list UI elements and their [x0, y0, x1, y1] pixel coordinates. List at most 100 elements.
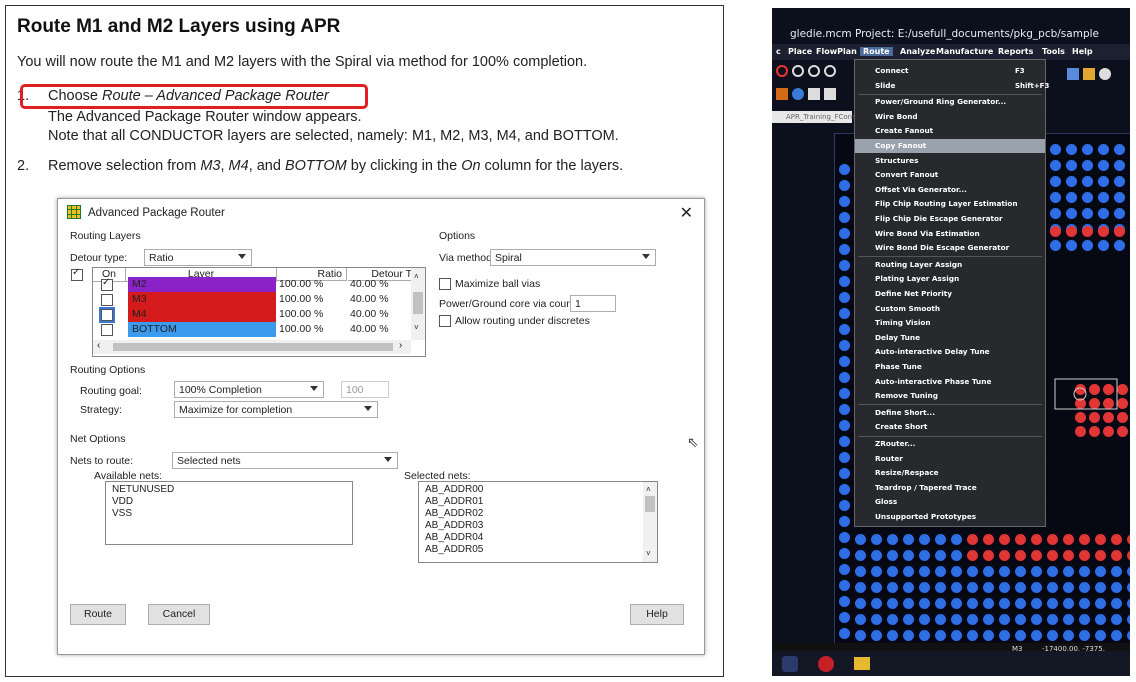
route-menu-item[interactable]: Flip Chip Routing Layer Estimation	[855, 197, 1045, 211]
route-menu-item[interactable]: Router ▸	[855, 452, 1045, 466]
route-menu-item[interactable]: Create Fanout	[855, 124, 1045, 138]
route-menu-item[interactable]: Copy Fanout	[855, 139, 1045, 153]
maximize-ball-vias-checkbox[interactable]	[439, 278, 451, 290]
select-all-layers-checkbox[interactable]: ✓	[71, 267, 83, 281]
document-icon[interactable]	[808, 88, 820, 100]
scroll-left-icon[interactable]: ‹	[97, 340, 100, 351]
open-icon[interactable]	[776, 88, 788, 100]
route-menu-item[interactable]: Create Short	[855, 420, 1045, 434]
pg-core-via-input[interactable]: 1	[570, 295, 616, 312]
route-menu-item[interactable]: Timing Vision	[855, 316, 1045, 330]
design-tab[interactable]: APR_Training_FCons	[772, 111, 856, 123]
route-menu-item[interactable]: Offset Via Generator...	[855, 183, 1045, 197]
route-menu-item[interactable]: Delay Tune	[855, 331, 1045, 345]
list-item[interactable]: NETUNUSED	[112, 484, 346, 496]
layer-on-checkbox[interactable]	[101, 324, 113, 336]
zoom-fit-icon[interactable]	[792, 65, 804, 77]
route-menu-item[interactable]: Power/Ground Ring Generator...	[855, 95, 1045, 109]
layer-on-checkbox[interactable]	[99, 307, 115, 323]
zoom-in-icon[interactable]	[808, 65, 820, 77]
layer-row[interactable]: BOTTOM 100.00 % 40.00 %	[93, 322, 393, 337]
menu-place[interactable]: Place	[788, 47, 812, 56]
app-grid-icon[interactable]	[782, 656, 798, 672]
menu-route[interactable]: Route	[860, 47, 893, 56]
routing-goal-percent-input[interactable]: 100	[341, 381, 389, 398]
list-item[interactable]: AB_ADDR03	[425, 520, 651, 532]
route-menu-item[interactable]: Define Net Priority	[855, 287, 1045, 301]
route-menu-item[interactable]: Auto-interactive Phase Tune	[855, 375, 1045, 389]
route-menu-item[interactable]: Define Short...	[855, 406, 1045, 420]
zoom-icon[interactable]	[776, 65, 788, 77]
scroll-up-icon[interactable]: ˄	[414, 272, 419, 281]
scroll-thumb[interactable]	[645, 496, 655, 512]
routing-goal-select[interactable]: 100% Completion	[174, 381, 324, 398]
route-menu-item[interactable]: Phase Tune	[855, 360, 1045, 374]
strategy-select[interactable]: Maximize for completion	[174, 401, 378, 418]
route-menu-item[interactable]: Slide Shift+F3	[855, 79, 1049, 93]
list-item[interactable]: AB_ADDR02	[425, 508, 651, 520]
close-icon[interactable]: ✕	[680, 203, 693, 223]
display-icon[interactable]	[792, 88, 804, 100]
tool-icon[interactable]	[1099, 68, 1111, 80]
layer-row[interactable]: M3 100.00 % 40.00 %	[93, 292, 393, 307]
route-menu-item[interactable]: Unsupported Prototypes ▸	[855, 510, 1045, 524]
menu-analyze[interactable]: Analyze	[900, 47, 935, 56]
route-menu-item[interactable]: Convert Fanout ▸	[855, 168, 1045, 182]
route-menu-item[interactable]: Remove Tuning	[855, 389, 1045, 403]
table-vertical-scrollbar[interactable]: ˄ ˅	[411, 268, 425, 340]
list-item[interactable]: AB_ADDR01	[425, 496, 651, 508]
scroll-thumb[interactable]	[413, 292, 423, 314]
route-menu-item[interactable]: Wire Bond Via Estimation	[855, 227, 1045, 241]
nets-to-route-select[interactable]: Selected nets	[172, 452, 398, 469]
layer-on-checkbox[interactable]: ✓	[101, 277, 113, 291]
layer-on-checkbox[interactable]	[101, 294, 113, 306]
menu-flowplan[interactable]: FlowPlan	[816, 47, 857, 56]
menu-help[interactable]: Help	[1072, 47, 1093, 56]
scroll-down-icon[interactable]: ˅	[414, 323, 419, 332]
tool-icon[interactable]	[1083, 68, 1095, 80]
scroll-up-icon[interactable]: ˄	[646, 484, 651, 496]
available-nets-list[interactable]: NETUNUSED VDD VSS	[105, 481, 353, 545]
zoom-out-icon[interactable]	[824, 65, 836, 77]
nets-scrollbar[interactable]: ˄ ˅	[643, 482, 657, 562]
route-menu-item[interactable]: Flip Chip Die Escape Generator	[855, 212, 1045, 226]
menu-reports[interactable]: Reports	[998, 47, 1033, 56]
route-menu-item[interactable]: Teardrop / Tapered Trace ▸	[855, 481, 1045, 495]
scroll-right-icon[interactable]: ›	[399, 340, 402, 351]
cancel-button[interactable]: Cancel	[148, 604, 210, 625]
tool-icon[interactable]	[1067, 68, 1079, 80]
menu-tools[interactable]: Tools	[1042, 47, 1065, 56]
route-menu-item[interactable]: Resize/Respace ▸	[855, 466, 1045, 480]
route-menu-item[interactable]: Wire Bond Die Escape Generator	[855, 241, 1045, 255]
allow-routing-discretes-checkbox[interactable]	[439, 315, 451, 327]
list-item[interactable]: AB_ADDR05	[425, 544, 651, 556]
via-method-select[interactable]: Spiral	[490, 249, 656, 266]
route-menu-item[interactable]: Auto-interactive Delay Tune	[855, 345, 1045, 359]
selected-nets-list[interactable]: AB_ADDR00 AB_ADDR01 AB_ADDR02 AB_ADDR03 …	[418, 481, 658, 563]
page-icon[interactable]	[824, 88, 836, 100]
scroll-h-thumb[interactable]	[113, 343, 393, 351]
detour-type-select[interactable]: Ratio	[144, 249, 252, 266]
app-icon[interactable]	[818, 656, 834, 672]
list-item[interactable]: VSS	[112, 508, 346, 520]
folder-icon[interactable]	[854, 657, 870, 670]
table-horizontal-scrollbar[interactable]: ‹ ›	[93, 340, 411, 354]
layer-row[interactable]: ✓ M2 100.00 % 40.00 %	[93, 277, 393, 292]
route-menu-item[interactable]: ZRouter...	[855, 437, 1045, 451]
list-item[interactable]: AB_ADDR00	[425, 484, 651, 496]
route-button[interactable]: Route	[70, 604, 126, 625]
help-button[interactable]: Help	[630, 604, 684, 625]
scroll-down-icon[interactable]: ˅	[646, 548, 651, 560]
layer-row[interactable]: M4 100.00 % 40.00 %	[93, 307, 393, 323]
route-menu-item[interactable]: Plating Layer Assign	[855, 272, 1045, 286]
route-menu-item[interactable]: Routing Layer Assign	[855, 258, 1045, 272]
route-menu-item[interactable]: Structures ▸	[855, 154, 1045, 168]
menu-item[interactable]: c	[776, 47, 781, 56]
route-menu-item[interactable]: Wire Bond ▸	[855, 110, 1045, 124]
route-menu-item[interactable]: Connect F3	[855, 64, 1045, 78]
list-item[interactable]: AB_ADDR04	[425, 532, 651, 544]
route-menu-item[interactable]: Gloss ▸	[855, 495, 1045, 509]
route-menu-item[interactable]: Custom Smooth	[855, 302, 1045, 316]
list-item[interactable]: VDD	[112, 496, 346, 508]
menu-manufacture[interactable]: Manufacture	[936, 47, 993, 56]
